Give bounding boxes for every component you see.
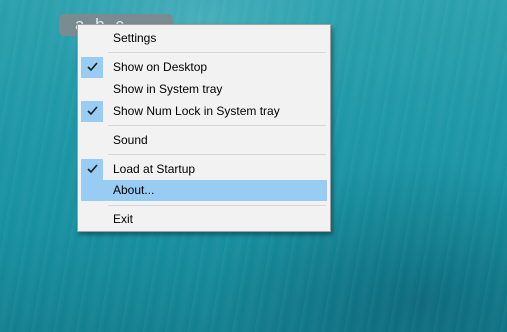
menu-item-label: Show Num Lock in System tray	[113, 104, 280, 118]
menu-item-show-num-lock-in-system-tray[interactable]: Show Num Lock in System tray	[81, 101, 327, 122]
checkmark-icon	[87, 106, 98, 116]
check-indicator	[81, 101, 103, 122]
menu-item-about[interactable]: About...	[81, 180, 327, 201]
check-indicator	[81, 159, 103, 180]
menu-item-settings[interactable]: Settings	[81, 28, 327, 49]
menu-separator	[108, 154, 326, 155]
menu-separator	[108, 125, 326, 126]
checkmark-icon	[87, 164, 98, 174]
menu-item-label: Show in System tray	[113, 82, 223, 96]
menu-separator	[108, 205, 326, 206]
check-indicator	[81, 57, 103, 78]
menu-item-exit[interactable]: Exit	[81, 209, 327, 230]
context-menu: Settings Show on Desktop Show in System …	[77, 24, 331, 232]
checkmark-icon	[87, 62, 98, 72]
menu-item-sound[interactable]: Sound	[81, 130, 327, 151]
menu-item-label: About...	[113, 183, 155, 197]
menu-item-label: Show on Desktop	[113, 60, 208, 74]
menu-item-label: Sound	[113, 133, 148, 147]
menu-item-label: Settings	[113, 31, 157, 45]
menu-item-load-at-startup[interactable]: Load at Startup	[81, 159, 327, 180]
menu-item-label: Exit	[113, 212, 134, 226]
menu-item-show-in-system-tray[interactable]: Show in System tray	[81, 79, 327, 100]
menu-item-label: Load at Startup	[113, 162, 196, 176]
menu-item-show-on-desktop[interactable]: Show on Desktop	[81, 57, 327, 78]
menu-separator	[108, 52, 326, 53]
